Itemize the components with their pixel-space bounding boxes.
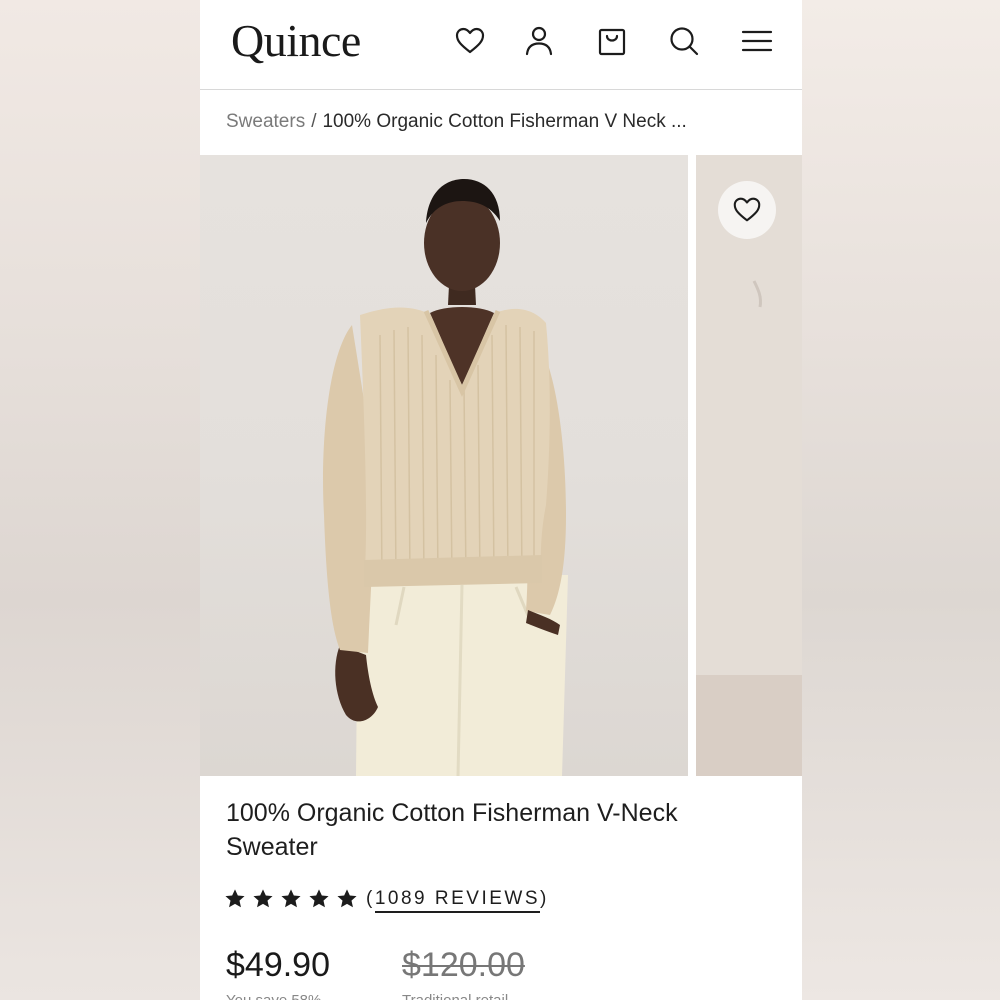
next-photo [696,155,802,776]
breadcrumb-separator: / [311,111,317,132]
menu-icon[interactable] [740,24,774,58]
star-icon [225,889,245,908]
current-price: $49.90 [226,946,330,984]
reviews-close-paren: ) [540,888,549,909]
background-left [0,0,200,1000]
star-icon [281,889,301,908]
breadcrumb-current: 100% Organic Cotton Fisherman V Neck ... [322,111,687,132]
star-icon [337,889,357,908]
product-image-next[interactable] [696,155,802,776]
bag-icon[interactable] [595,24,629,58]
breadcrumb-link-sweaters[interactable]: Sweaters [226,111,305,132]
site-header: Quince [200,0,802,90]
heart-icon[interactable] [453,24,487,58]
model-photo [323,179,568,776]
reviews-count[interactable]: 1089 REVIEWS [374,888,540,913]
favorite-button[interactable] [718,181,776,239]
traditional-price: $120.00 [402,946,525,984]
reviews-open-paren: ( [366,888,375,909]
brand-logo[interactable]: Quince [231,14,361,67]
savings-note: You save 58% [226,992,321,1000]
star-icon [253,889,273,908]
product-rating[interactable]: (1089 REVIEWS) [224,884,549,914]
background-right [800,0,1000,1000]
breadcrumb: Sweaters /100% Organic Cotton Fisherman V… [226,111,687,133]
search-icon[interactable] [667,24,701,58]
traditional-note: Traditional retail [402,992,508,1000]
product-gallery[interactable] [200,155,802,776]
star-icon [309,889,329,908]
reviews-link[interactable]: (1089 REVIEWS) [366,888,549,913]
star-rating [224,888,358,910]
product-image-main[interactable] [200,155,688,776]
product-title: 100% Organic Cotton Fisherman V-Neck Swe… [226,799,678,861]
mobile-page: Quince Sweaters / 100% Organic Cotton Fi… [200,0,802,1000]
heart-icon [733,197,761,222]
user-icon[interactable] [522,24,556,58]
